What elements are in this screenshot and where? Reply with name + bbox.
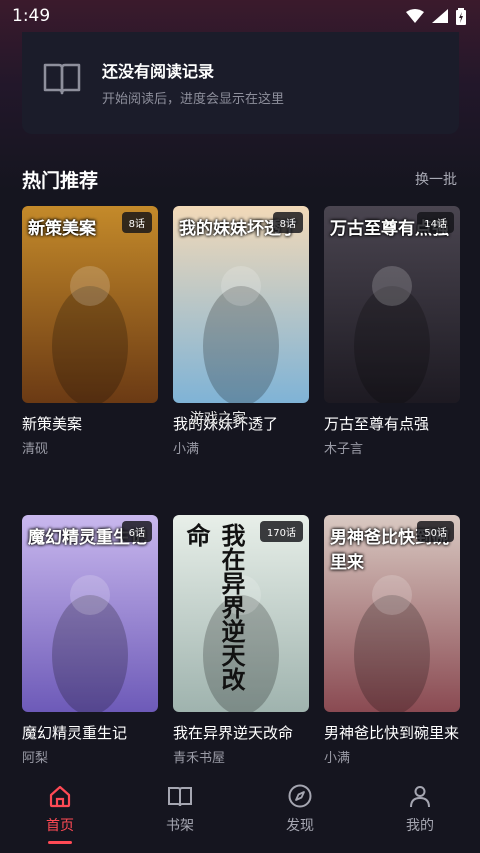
active-indicator [48,841,72,844]
reading-history-card[interactable]: 还没有阅读记录 开始阅读后，进度会显示在这里 [22,32,459,134]
bottom-navigation: 首页 书架 发现 我的 [0,773,480,853]
history-subtitle: 开始阅读后，进度会显示在这里 [102,92,285,107]
status-time: 1:49 [12,6,51,26]
chapter-count-badge: 8话 [121,212,152,233]
home-icon [49,785,71,808]
chapter-count-badge: 170话 [259,521,303,542]
nav-profile[interactable]: 我的 [380,783,460,835]
nav-shelf[interactable]: 书架 [140,783,220,835]
history-title: 还没有阅读记录 [102,62,215,81]
book-cover[interactable]: 我在异界逆天改命 170话 [173,515,309,712]
chapter-count-badge: 50话 [417,521,454,542]
compass-icon [288,784,312,808]
nav-label-discover: 发现 [286,818,314,834]
book-cover[interactable]: 魔幻精灵重生记 6话 [22,515,158,712]
book-title[interactable]: 我在异界逆天改命 [173,722,309,743]
book-cover[interactable]: 万古至尊有点强 14话 [324,206,460,403]
nav-label-home: 首页 [46,818,74,834]
wifi-icon [406,9,424,23]
book-author: 木子言 [324,442,364,457]
signal-icon [432,9,448,23]
book-title[interactable]: 万古至尊有点强 [324,413,460,434]
status-bar: 1:49 [0,0,480,32]
book-card[interactable]: 男神爸比快到碗里来 50话男神爸比快到碗里来小满 [324,515,460,766]
watermark: 游戏之家 [190,411,246,427]
cover-title: 我在异界逆天改命 [182,523,245,691]
book-card[interactable]: 新策美案 8话 新策美案 清砚 [22,206,158,457]
battery-icon [456,7,466,25]
book-cover[interactable]: 新策美案 8话 [22,206,158,403]
book-cover[interactable]: 我的妹妹坏透了 8话 [173,206,309,403]
book-author: 青禾书屋 [173,751,226,766]
book-title[interactable]: 男神爸比快到碗里来 [324,722,460,743]
book-card[interactable]: 万古至尊有点强 14话万古至尊有点强木子言 [324,206,460,457]
book-title[interactable]: 魔幻精灵重生记 [22,722,158,743]
book-author: 阿梨 [22,751,49,766]
book-card[interactable]: 我在异界逆天改命 170话 我在异界逆天改命 青禾书屋 [173,515,309,766]
section-title: 热门推荐 [22,169,99,192]
chapter-count-badge: 8话 [272,212,303,233]
nav-label-shelf: 书架 [166,818,194,834]
book-icon [168,787,192,807]
refresh-button[interactable]: 换一批 [415,169,457,189]
book-title[interactable]: 新策美案 [22,413,158,434]
chapter-count-badge: 14话 [417,212,454,233]
book-cover[interactable]: 男神爸比快到碗里来 50话 [324,515,460,712]
nav-discover[interactable]: 发现 [260,783,340,835]
chapter-count-badge: 6话 [121,521,152,542]
book-author: 小满 [173,442,200,457]
section-header: 热门推荐 换一批 [22,165,457,193]
cover-title: 新策美案 [28,219,96,239]
open-book-icon [43,63,81,95]
book-author: 小满 [324,751,351,766]
nav-label-profile: 我的 [406,818,434,834]
book-card[interactable]: 魔幻精灵重生记 6话魔幻精灵重生记阿梨 [22,515,158,766]
user-icon [410,786,430,808]
book-author: 清砚 [22,442,49,457]
nav-home[interactable]: 首页 [20,783,100,844]
